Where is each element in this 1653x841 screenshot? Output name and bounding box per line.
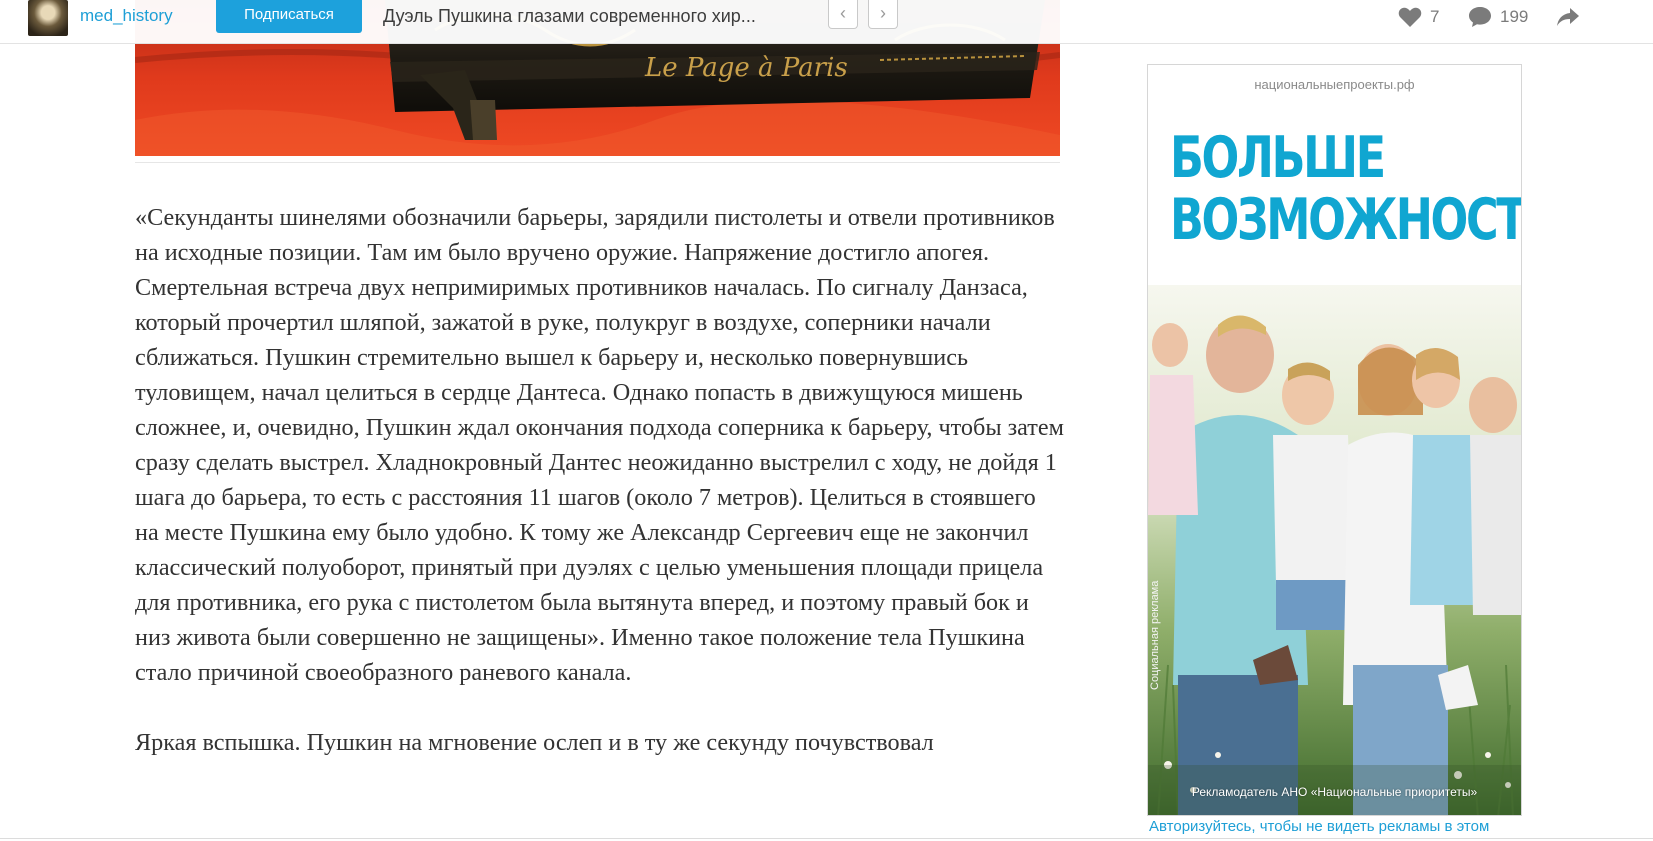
ad-domain: национальныепроекты.рф	[1254, 77, 1415, 92]
sticky-post-header: med_history Подписаться Дуэль Пушкина гл…	[0, 0, 1653, 44]
pistol-inscription: Le Page à Paris	[644, 53, 848, 83]
image-divider	[135, 162, 1060, 163]
chevron-left-icon: ‹	[840, 3, 846, 23]
blog-name-link[interactable]: med_history	[80, 6, 173, 26]
comments-button[interactable]: 199	[1468, 4, 1528, 30]
ad-social-label: Социальная реклама	[1149, 580, 1161, 690]
ad-headline: БОЛЬШЕ ВОЗМОЖНОСТЕЙ	[1170, 125, 1522, 253]
likes-count: 7	[1430, 7, 1440, 26]
article-paragraph: «Секунданты шинелями обозначили барьеры,…	[135, 204, 1064, 686]
article-paragraph: Яркая вспышка. Пушкин на мгновение ослеп…	[135, 729, 934, 756]
ad-headline-line2: ВОЗМОЖНОСТЕЙ	[1170, 187, 1522, 253]
blog-avatar[interactable]	[28, 0, 68, 36]
ad-advertiser-label: Рекламодатель АНО «Национальные приорите…	[1191, 785, 1478, 799]
speech-bubble-icon	[1469, 7, 1491, 27]
ad-banner[interactable]: национальныепроекты.рф БОЛЬШЕ ВОЗМОЖНОСТ…	[1147, 64, 1522, 816]
subscribe-button[interactable]: Подписаться	[216, 0, 362, 33]
prev-post-button[interactable]: ‹	[828, 0, 858, 29]
share-button[interactable]	[1556, 6, 1580, 28]
ad-headline-line1: БОЛЬШЕ	[1170, 125, 1386, 191]
ad-family-photo	[1148, 285, 1521, 815]
next-post-button[interactable]: ›	[868, 0, 898, 29]
chevron-right-icon: ›	[880, 3, 886, 23]
ad-login-link[interactable]: Авторизуйтесь, чтобы не видеть рекламы в…	[1149, 818, 1489, 835]
article-body: «Секунданты шинелями обозначили барьеры,…	[135, 200, 1065, 795]
comments-count: 199	[1500, 7, 1529, 26]
post-title[interactable]: Дуэль Пушкина глазами современного хир..…	[383, 6, 756, 27]
bottom-divider	[0, 838, 1653, 839]
like-button[interactable]: 7	[1398, 4, 1439, 30]
share-arrow-icon	[1557, 8, 1579, 26]
heart-icon	[1398, 7, 1422, 27]
